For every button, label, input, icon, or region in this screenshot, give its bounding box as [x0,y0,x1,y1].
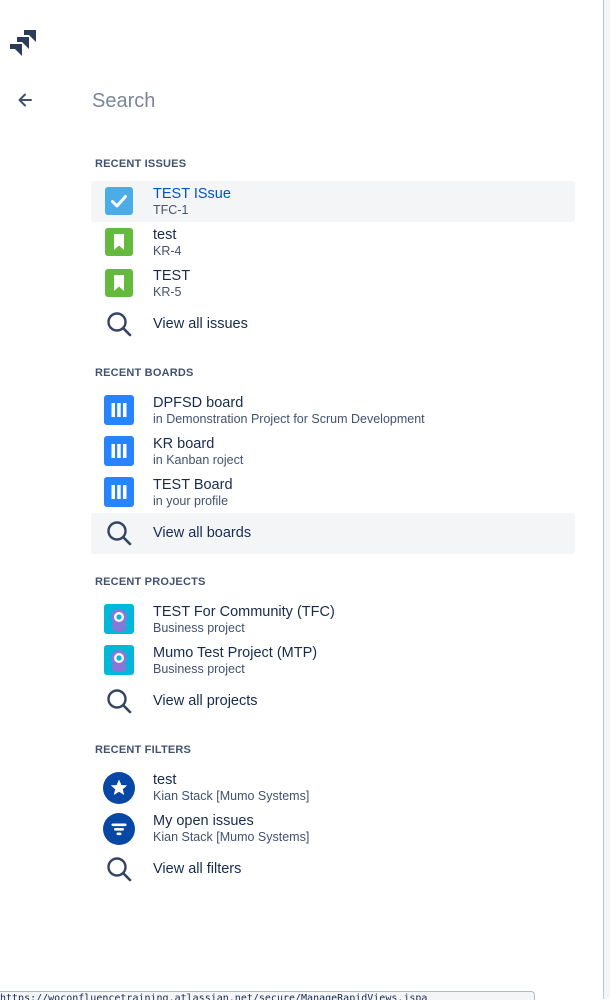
recent-board-item[interactable]: TEST Board in your profile [91,472,575,513]
story-bookmark-icon [105,269,133,297]
issue-key: TFC-1 [153,203,189,217]
recent-board-item[interactable]: KR board in Kanban roject [91,431,575,472]
back-arrow-icon[interactable] [15,90,35,110]
issue-title: test [153,227,177,243]
recent-issue-item[interactable]: TEST ISsue TFC-1 [91,181,575,222]
task-checkbox-icon [105,187,133,215]
board-icon [104,477,134,507]
board-title: KR board [153,436,215,452]
view-all-filters-label: View all filters [153,861,242,877]
project-type: Business project [153,662,245,676]
issue-key: KR-4 [153,244,182,258]
board-location: in your profile [153,494,229,508]
filter-owner: Kian Stack [Mumo Systems] [153,830,310,844]
search-icon [107,521,132,546]
search-icon [107,857,132,882]
recent-project-item[interactable]: Mumo Test Project (MTP) Business project [91,640,575,681]
board-location: in Demonstration Project for Scrum Devel… [153,412,425,426]
board-title: TEST Board [153,477,233,493]
board-icon [104,436,134,466]
jira-logo-icon[interactable] [8,28,38,58]
filter-title: My open issues [153,813,254,829]
recent-filter-item[interactable]: test Kian Stack [Mumo Systems] [91,767,575,808]
view-all-filters-link[interactable]: View all filters [91,849,575,890]
project-title: Mumo Test Project (MTP) [153,645,318,661]
board-title: DPFSD board [153,395,244,411]
board-location: in Kanban roject [153,453,244,467]
section-title-recent-filters: RECENT FILTERS [95,744,192,756]
view-all-boards-label: View all boards [153,525,252,541]
search-icon [107,312,132,337]
section-title-recent-issues: RECENT ISSUES [95,158,187,170]
view-all-projects-label: View all projects [153,693,258,709]
window-edge [603,0,610,999]
project-avatar-icon [104,645,134,675]
star-filter-icon [103,772,135,804]
recent-issue-item[interactable]: TEST KR-5 [91,263,575,304]
view-all-issues-link[interactable]: View all issues [91,304,575,345]
section-title-recent-boards: RECENT BOARDS [95,367,194,379]
issue-key: KR-5 [153,285,182,299]
issue-title: TEST [153,268,191,284]
filter-icon [103,813,135,845]
filter-owner: Kian Stack [Mumo Systems] [153,789,310,803]
project-type: Business project [153,621,245,635]
view-all-issues-label: View all issues [153,316,248,332]
recent-filter-item[interactable]: My open issues Kian Stack [Mumo Systems] [91,808,575,849]
view-all-boards-link[interactable]: View all boards [91,513,575,554]
filter-title: test [153,772,177,788]
project-avatar-icon [104,604,134,634]
recent-project-item[interactable]: TEST For Community (TFC) Business projec… [91,599,575,640]
board-icon [104,395,134,425]
search-icon [107,689,132,714]
project-title: TEST For Community (TFC) [153,604,335,620]
story-bookmark-icon [105,228,133,256]
recent-board-item[interactable]: DPFSD board in Demonstration Project for… [91,390,575,431]
section-title-recent-projects: RECENT PROJECTS [95,576,206,588]
recent-issue-item[interactable]: test KR-4 [91,222,575,263]
search-input[interactable] [92,86,572,116]
view-all-projects-link[interactable]: View all projects [91,681,575,722]
issue-title: TEST ISsue [153,186,231,202]
